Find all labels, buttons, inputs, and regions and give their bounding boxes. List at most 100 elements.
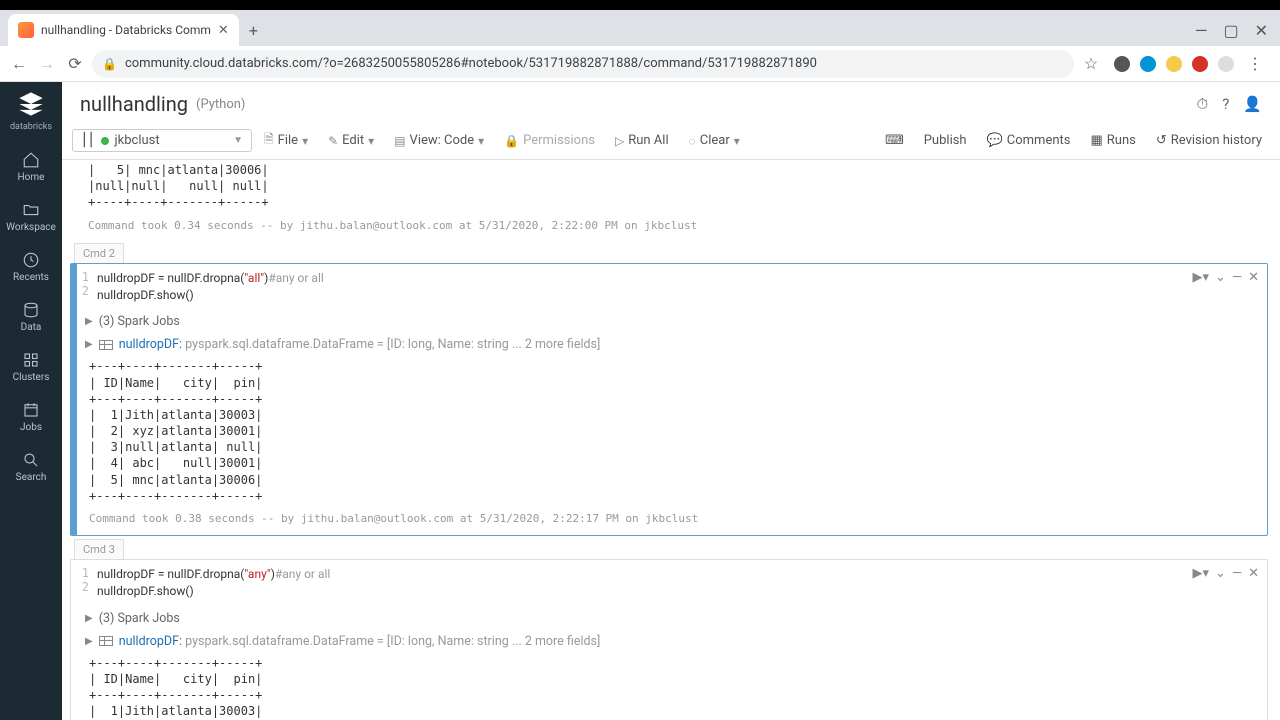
tab-title: nullhandling - Databricks Comm [41,23,211,37]
home-icon [22,151,40,169]
folder-icon [22,201,40,219]
os-titlebar [0,0,1280,10]
line-gutter: 12 [71,566,97,601]
clusters-icon [22,351,40,369]
cell2-meta: Command took 0.38 seconds -- by jithu.ba… [71,506,1267,535]
run-cell-icon[interactable]: ▶▾ [1193,566,1210,581]
ext-icon-3[interactable] [1166,56,1182,72]
browser-tabbar: nullhandling - Databricks Comm ✕ + — ▢ ✕ [0,10,1280,46]
cell-2[interactable]: ▶▾ ⌄ — ✕ 12 nulldropDF = nullDF.dropna("… [70,263,1268,536]
keyboard-icon[interactable]: ⌨ [877,129,912,152]
lock-icon: 🔒 [504,134,519,148]
star-icon[interactable]: ☆ [1080,53,1102,75]
profile-avatar-icon[interactable] [1218,56,1234,72]
tab-close-icon[interactable]: ✕ [218,23,229,38]
eraser-icon: ◌ [689,134,696,148]
cell-3[interactable]: ▶▾ ⌄ — ✕ 12 nulldropDF = nullDF.dropna("… [70,559,1268,720]
databricks-logo-icon[interactable] [17,90,45,118]
help-icon[interactable]: ? [1222,95,1229,113]
kebab-menu-icon[interactable]: ⋮ [1244,53,1266,75]
pencil-icon: ✎ [328,134,338,148]
cmd2-label: Cmd 2 [74,243,124,263]
brand-label: databricks [10,122,52,132]
clear-menu[interactable]: ◌Clear▾ [681,129,748,152]
spark-jobs-row[interactable]: ▶ (3) Spark Jobs [71,607,1267,630]
publish-button[interactable]: Publish [916,129,975,152]
run-cell-icon[interactable]: ▶▾ [1193,270,1210,285]
ext-icon-1[interactable] [1114,56,1130,72]
file-icon: 🗎 [264,130,274,151]
window-maximize-icon[interactable]: ▢ [1223,21,1238,40]
expand-down-icon[interactable]: ⌄ [1215,566,1226,581]
cell1-output: | 5| mnc|atlanta|30006| |null|null| null… [70,160,1268,213]
lock-icon: 🔒 [102,57,117,71]
triangle-right-icon[interactable]: ▶ [85,613,93,624]
dataframe-schema-row[interactable]: ▶ nulldropDF: pyspark.sql.dataframe.Data… [71,630,1267,653]
database-icon [22,301,40,319]
cell-controls: ▶▾ ⌄ — ✕ [1193,270,1260,285]
ext-icon-4[interactable] [1192,56,1208,72]
triangle-right-icon[interactable]: ▶ [85,636,93,647]
runs-button[interactable]: ▦Runs [1083,129,1144,152]
notebook-body[interactable]: | 5| mnc|atlanta|30006| |null|null| null… [62,160,1280,720]
window-minimize-icon[interactable]: — [1195,21,1208,40]
comment-icon: 💬 [987,133,1003,148]
code-editor[interactable]: 12 nulldropDF = nullDF.dropna("all")#any… [71,264,1267,311]
user-icon[interactable]: 👤 [1243,95,1262,113]
permissions-button[interactable]: 🔒Permissions [496,129,603,152]
forward-icon[interactable]: → [36,53,58,75]
comments-button[interactable]: 💬Comments [979,129,1079,152]
spark-jobs-row[interactable]: ▶ (3) Spark Jobs [71,310,1267,333]
calendar-icon [22,401,40,419]
runs-icon: ▦ [1091,133,1103,148]
sidebar-item-search[interactable]: Search [0,442,62,492]
cluster-selector[interactable]: ⎮⎮ jkbclust ▼ [72,129,252,152]
sidebar-item-clusters[interactable]: Clusters [0,342,62,392]
sidebar-item-recents[interactable]: Recents [0,242,62,292]
notebook-title[interactable]: nullhandling [80,92,188,116]
schedule-icon[interactable]: ⏱ [1197,95,1209,113]
cmd3-label: Cmd 3 [74,539,124,559]
file-menu[interactable]: 🗎File▾ [256,126,316,155]
extension-icons: ⋮ [1108,53,1272,75]
triangle-right-icon[interactable]: ▶ [85,339,93,350]
cell3-output: +---+----+-------+-----+ | ID|Name| city… [71,653,1267,720]
ext-icon-hp[interactable] [1140,56,1156,72]
cluster-status-icon [101,137,109,145]
cell1-meta: Command took 0.34 seconds -- by jithu.ba… [70,213,1268,242]
edit-menu[interactable]: ✎Edit▾ [320,129,382,152]
view-menu[interactable]: ▤View: Code▾ [386,129,492,152]
browser-tab[interactable]: nullhandling - Databricks Comm ✕ [8,14,239,46]
window-close-icon[interactable]: ✕ [1255,21,1268,40]
new-tab-button[interactable]: + [239,15,268,46]
close-cell-icon[interactable]: ✕ [1248,566,1259,581]
view-icon: ▤ [394,134,405,148]
run-all-button[interactable]: ▷Run All [607,129,677,152]
tree-icon: ⎮⎮ [81,133,95,148]
sidebar-item-data[interactable]: Data [0,292,62,342]
history-icon: ↺ [1156,133,1167,148]
notebook-header: nullhandling (Python) ⏱ ? 👤 [62,82,1280,122]
notebook-language: (Python) [196,97,245,112]
table-icon [99,636,113,646]
clock-icon [22,251,40,269]
close-cell-icon[interactable]: ✕ [1248,270,1259,285]
minimize-cell-icon[interactable]: — [1232,566,1242,581]
reload-icon[interactable]: ⟳ [64,53,86,75]
play-icon: ▷ [615,134,624,148]
notebook-toolbar: ⎮⎮ jkbclust ▼ 🗎File▾ ✎Edit▾ ▤View: Code▾… [62,122,1280,160]
table-icon [99,340,113,350]
revision-history-button[interactable]: ↺Revision history [1148,129,1270,152]
sidebar-item-home[interactable]: Home [0,142,62,192]
url-input[interactable]: 🔒 community.cloud.databricks.com/?o=2683… [92,50,1074,78]
back-icon[interactable]: ← [8,53,30,75]
dataframe-schema-row[interactable]: ▶ nulldropDF: pyspark.sql.dataframe.Data… [71,333,1267,356]
sidebar-item-workspace[interactable]: Workspace [0,192,62,242]
browser-address-bar: ← → ⟳ 🔒 community.cloud.databricks.com/?… [0,46,1280,82]
code-editor[interactable]: 12 nulldropDF = nullDF.dropna("any")#any… [71,560,1267,607]
expand-down-icon[interactable]: ⌄ [1215,270,1226,285]
triangle-right-icon[interactable]: ▶ [85,316,93,327]
minimize-cell-icon[interactable]: — [1232,270,1242,285]
sidebar-item-jobs[interactable]: Jobs [0,392,62,442]
app-sidebar: databricks Home Workspace Recents Data C… [0,82,62,720]
